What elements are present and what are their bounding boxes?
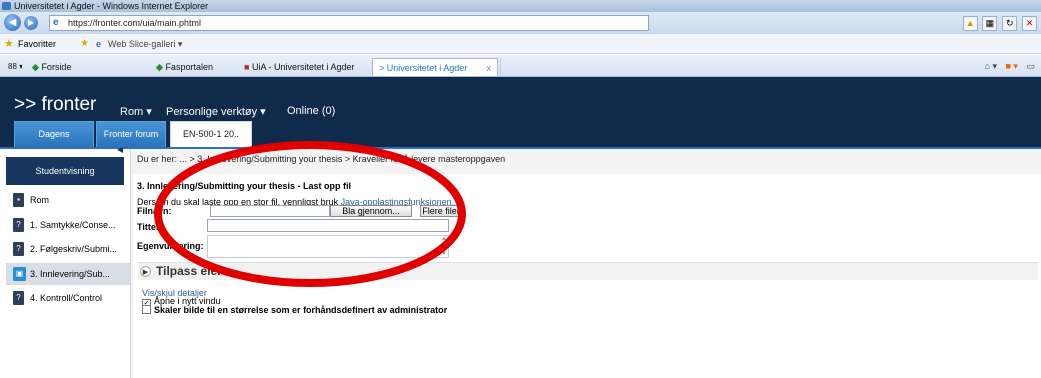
room-sidebar: ◀ Studentvisning ▪ Rom ? 1. Samtykke/Con… xyxy=(0,145,130,378)
forward-button[interactable]: ▶ xyxy=(24,16,38,30)
page-title: 3. Innlevering/Submitting your thesis - … xyxy=(137,181,352,191)
browse-button[interactable]: Bla gjennom... xyxy=(330,205,412,217)
fronter-logo[interactable]: >> fronter xyxy=(14,94,96,116)
sidebar-item-label: 1. Samtykke/Conse... xyxy=(30,220,116,230)
sidebar-item-samtykke[interactable]: ? 1. Samtykke/Conse... xyxy=(6,214,130,236)
new-tab-button[interactable] xyxy=(500,58,516,76)
nav-online[interactable]: Online (0) xyxy=(287,105,335,117)
sidebar-item-folgeskriv[interactable]: ? 2. Følgeskriv/Submi... xyxy=(6,238,130,260)
browser-tab-uia[interactable]: ■ UiA - Universitetet i Agder xyxy=(238,58,370,76)
close-tab-icon[interactable]: x xyxy=(487,59,492,76)
sidebar-item-innlevering[interactable]: ▣ 3. Innlevering/Sub... xyxy=(6,263,130,285)
checkbox-icon[interactable] xyxy=(142,305,151,314)
tab-room-en500[interactable]: EN-500-1 20.. xyxy=(170,121,252,147)
assignment-icon: ? xyxy=(13,291,24,305)
option-label: Skaler bilde til en størrelse som er for… xyxy=(154,305,448,315)
print-icon[interactable]: ▭ xyxy=(1026,61,1035,71)
page-favicon: ■ xyxy=(244,62,250,72)
command-bar: ⌂ ▾ ■ ▾ ▭ xyxy=(985,61,1035,72)
owners-heading: Tilpass eiere xyxy=(156,264,229,278)
nav-personal-tools[interactable]: Personlige verktøy ▾ xyxy=(166,105,266,118)
ie-page-icon: e xyxy=(53,17,59,28)
option-scale-image[interactable]: Skaler bilde til en størrelse som er for… xyxy=(142,305,447,315)
assignment-icon: ? xyxy=(13,218,24,232)
student-view-button[interactable]: Studentvisning xyxy=(6,157,124,185)
sidebar-item-label: 3. Innlevering/Sub... xyxy=(30,269,111,279)
room-icon: ▪ xyxy=(13,193,24,207)
filename-label: Filnavn: xyxy=(137,206,172,216)
tab-dagens[interactable]: Dagens xyxy=(14,121,94,147)
web-slice-gallery[interactable]: Web Slice-galleri ▾ xyxy=(108,34,182,54)
ie-page-icon: e xyxy=(96,39,102,49)
page-favicon: ◆ xyxy=(156,62,163,72)
fronter-header: >> fronter Rom ▾ Personlige verktøy ▾ On… xyxy=(0,77,1041,147)
feeds-icon[interactable]: ■ ▾ xyxy=(1006,61,1018,71)
url-text: https://fronter.com/uia/main.phtml xyxy=(68,18,202,28)
address-actions: ▲ ▦ ↻ ✕ xyxy=(961,16,1037,31)
tab-fronter-forum[interactable]: Fronter forum xyxy=(96,121,166,147)
refresh-icon[interactable]: ↻ xyxy=(1002,16,1018,31)
breadcrumb[interactable]: Du er her: ... > 3. Innlevering/Submitti… xyxy=(137,154,505,164)
ie-app-icon xyxy=(2,2,11,10)
filename-input[interactable] xyxy=(210,205,330,217)
browser-tab-bar: 88 ▾ ◆ Forside ◆ Fasportalen ■ UiA - Uni… xyxy=(0,55,1041,77)
tab-label: Forside xyxy=(41,62,72,72)
assignment-icon: ? xyxy=(13,242,24,256)
add-favorite-icon[interactable]: ★ xyxy=(80,39,89,49)
lock-icon[interactable]: ▲ xyxy=(962,16,978,31)
back-button[interactable]: ◀ xyxy=(4,14,21,31)
scroll-up-icon[interactable]: ▲ xyxy=(441,236,447,242)
owners-section[interactable]: ▶ Tilpass eiere xyxy=(138,262,1038,280)
tab-label: UiA - Universitetet i Agder xyxy=(251,62,355,72)
more-files-button[interactable]: Flere filer xyxy=(420,205,462,217)
stop-icon[interactable]: ✕ xyxy=(1022,16,1037,31)
expand-icon[interactable]: ▶ xyxy=(140,266,151,277)
home-icon[interactable]: ⌂ ▾ xyxy=(985,61,997,71)
favorites-button[interactable]: Favoritter xyxy=(18,34,56,54)
collapse-sidebar-icon[interactable]: ◀ xyxy=(117,145,123,154)
address-row: ◀ ▶ e https://fronter.com/uia/main.phtml… xyxy=(0,12,1041,34)
browser-tab-active[interactable]: > Universitetet i Agder x xyxy=(372,58,498,76)
tab-label: > Universitetet i Agder xyxy=(379,63,468,73)
self-eval-label: Egenvurdering: xyxy=(137,241,204,251)
sidebar-item-rom[interactable]: ▪ Rom xyxy=(6,189,130,211)
title-input[interactable] xyxy=(207,219,449,232)
scroll-down-icon[interactable]: ▼ xyxy=(441,251,447,257)
compatibility-icon[interactable]: ▦ xyxy=(982,16,998,31)
quick-tabs-button[interactable]: 88 ▾ xyxy=(2,58,22,76)
favorites-bar: ★ Favoritter ★ e Web Slice-galleri ▾ xyxy=(0,34,1041,54)
window-title: Universitetet i Agder - Windows Internet… xyxy=(14,1,209,11)
star-icon: ★ xyxy=(4,38,14,50)
window-titlebar: Universitetet i Agder - Windows Internet… xyxy=(0,0,1041,12)
browser-tab-forside[interactable]: ◆ Forside xyxy=(26,58,126,76)
sidebar-item-label: 2. Følgeskriv/Submi... xyxy=(30,244,118,254)
folder-icon: ▣ xyxy=(13,267,26,281)
address-bar[interactable]: e https://fronter.com/uia/main.phtml xyxy=(49,15,649,31)
self-eval-textarea[interactable]: ▲ ▼ xyxy=(207,235,449,258)
sidebar-item-kontroll[interactable]: ? 4. Kontroll/Control xyxy=(6,287,130,309)
page-favicon: ◆ xyxy=(32,62,39,72)
sidebar-item-label: 4. Kontroll/Control xyxy=(30,293,103,303)
nav-rom[interactable]: Rom ▾ xyxy=(120,105,152,118)
title-label: Tittel: xyxy=(137,222,162,232)
tab-label: Fasportalen xyxy=(165,62,213,72)
sidebar-item-label: Rom xyxy=(30,195,50,205)
